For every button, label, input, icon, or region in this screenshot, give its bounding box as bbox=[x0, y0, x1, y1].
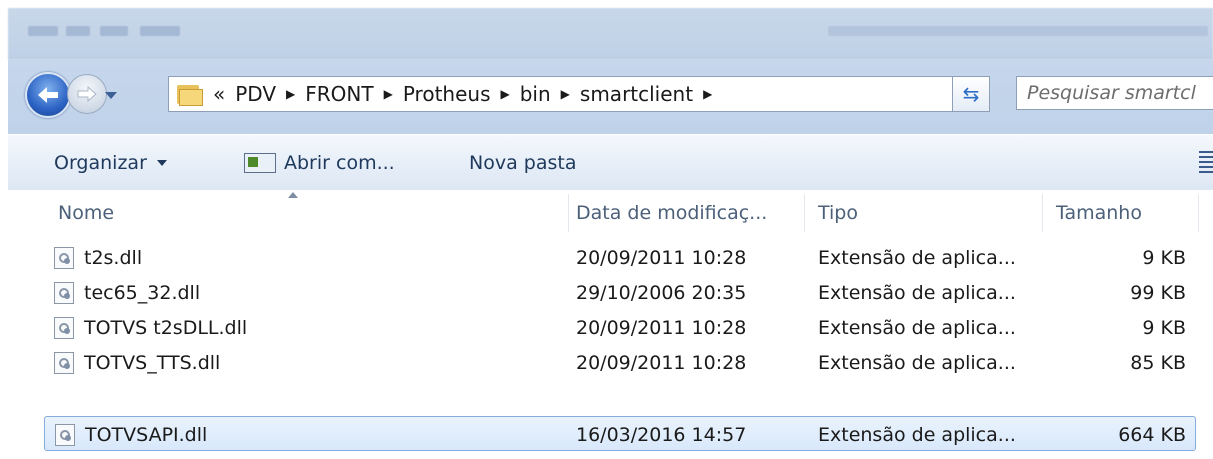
column-header-type[interactable]: Tipo bbox=[806, 190, 1042, 236]
file-name-cell: t2s.dll bbox=[54, 240, 554, 275]
column-header-row: Nome Data de modificaç... Tipo Tamanho bbox=[8, 190, 1213, 236]
column-type-label: Tipo bbox=[818, 202, 858, 224]
new-folder-label: Nova pasta bbox=[469, 152, 577, 174]
file-name: TOTVS_TTS.dll bbox=[84, 351, 221, 374]
new-folder-button[interactable]: Nova pasta bbox=[469, 135, 576, 191]
file-name: TOTVSAPI.dll bbox=[85, 423, 208, 446]
file-size-cell: 99 KB bbox=[1130, 281, 1186, 304]
arrow-left-icon bbox=[38, 87, 58, 103]
chevron-right-icon[interactable]: ▶ bbox=[703, 87, 712, 101]
file-size-cell: 664 KB bbox=[1118, 423, 1186, 446]
column-size-label: Tamanho bbox=[1056, 202, 1142, 224]
dll-file-icon bbox=[54, 281, 74, 304]
file-list: Nome Data de modificaç... Tipo Tamanho t… bbox=[8, 190, 1213, 459]
chevron-right-icon[interactable]: ▶ bbox=[384, 87, 393, 101]
chevron-right-icon[interactable]: ▶ bbox=[501, 87, 510, 101]
refresh-button[interactable]: ⇆ bbox=[952, 76, 990, 112]
file-size-cell: 85 KB bbox=[1130, 351, 1186, 374]
quick-access-icon bbox=[140, 26, 180, 36]
breadcrumb-overflow[interactable]: « bbox=[213, 82, 225, 106]
file-name-cell: TOTVSAPI.dll bbox=[55, 417, 535, 452]
address-bar-row: « PDV ▶ FRONT ▶ Protheus ▶ bin ▶ smartcl… bbox=[8, 60, 1213, 134]
search-placeholder: Pesquisar smartcl bbox=[1027, 82, 1196, 104]
file-name: TOTVS t2sDLL.dll bbox=[84, 316, 248, 339]
file-name-cell: tec65_32.dll bbox=[54, 275, 554, 310]
column-name-label: Nome bbox=[58, 202, 115, 224]
breadcrumb-protheus[interactable]: Protheus bbox=[403, 82, 491, 106]
file-size-cell: 9 KB bbox=[1142, 316, 1186, 339]
column-divider[interactable] bbox=[1042, 194, 1043, 232]
file-name-cell: TOTVS t2sDLL.dll bbox=[54, 310, 554, 345]
breadcrumb-front[interactable]: FRONT bbox=[305, 82, 373, 106]
dll-file-icon bbox=[54, 351, 74, 374]
file-date-cell: 16/03/2016 14:57 bbox=[576, 423, 747, 446]
window-title bbox=[828, 26, 1208, 36]
file-row[interactable]: TOTVS t2sDLL.dll 20/09/2011 10:28 Extens… bbox=[8, 310, 1208, 345]
chevron-down-icon bbox=[156, 160, 167, 166]
file-date-cell: 29/10/2006 20:35 bbox=[576, 281, 747, 304]
folder-icon bbox=[177, 83, 203, 106]
forward-button[interactable] bbox=[67, 74, 107, 114]
file-date-cell: 20/09/2011 10:28 bbox=[576, 316, 747, 339]
quick-access-icon bbox=[100, 26, 128, 36]
command-bar: Organizar Abrir com... Nova pasta bbox=[8, 134, 1213, 192]
view-options-icon[interactable] bbox=[1199, 151, 1213, 173]
explorer-window: « PDV ▶ FRONT ▶ Protheus ▶ bin ▶ smartcl… bbox=[0, 0, 1213, 459]
file-size-cell: 9 KB bbox=[1142, 246, 1186, 269]
file-date-cell: 20/09/2011 10:28 bbox=[576, 246, 747, 269]
column-header-name[interactable]: Nome bbox=[46, 190, 568, 236]
refresh-icon: ⇆ bbox=[962, 82, 980, 106]
organize-button[interactable]: Organizar bbox=[54, 135, 167, 191]
dll-file-icon bbox=[54, 316, 74, 339]
file-type-cell: Extensão de aplica... bbox=[818, 246, 1016, 269]
chevron-right-icon[interactable]: ▶ bbox=[286, 87, 295, 101]
file-name: tec65_32.dll bbox=[84, 281, 201, 304]
column-header-date[interactable]: Data de modificaç... bbox=[564, 190, 804, 236]
breadcrumb-bin[interactable]: bin bbox=[520, 82, 551, 106]
file-row[interactable]: TOTVS_TTS.dll 20/09/2011 10:28 Extensão … bbox=[8, 345, 1208, 380]
breadcrumb: « PDV ▶ FRONT ▶ Protheus ▶ bin ▶ smartcl… bbox=[213, 82, 712, 106]
breadcrumb-smartclient[interactable]: smartclient bbox=[580, 82, 693, 106]
column-divider[interactable] bbox=[1198, 194, 1199, 232]
column-header-size[interactable]: Tamanho bbox=[1044, 190, 1198, 236]
file-type-cell: Extensão de aplica... bbox=[818, 351, 1016, 374]
file-row-selected[interactable]: TOTVSAPI.dll 16/03/2016 14:57 Extensão d… bbox=[44, 416, 1196, 451]
back-button[interactable] bbox=[25, 72, 71, 118]
arrow-right-icon bbox=[77, 85, 97, 103]
title-bar bbox=[8, 8, 1213, 60]
search-input[interactable]: Pesquisar smartcl bbox=[1016, 76, 1213, 110]
file-name-cell: TOTVS_TTS.dll bbox=[54, 345, 554, 380]
breadcrumb-pdv[interactable]: PDV bbox=[235, 82, 276, 106]
file-date-cell: 20/09/2011 10:28 bbox=[576, 351, 747, 374]
file-type-cell: Extensão de aplica... bbox=[818, 423, 1016, 446]
organize-label: Organizar bbox=[54, 152, 147, 174]
column-date-label: Data de modificaç... bbox=[576, 202, 768, 224]
dll-file-icon bbox=[54, 246, 74, 269]
dll-file-icon bbox=[55, 423, 75, 446]
top-edge bbox=[0, 0, 1213, 8]
quick-access-icon bbox=[28, 26, 58, 36]
file-type-cell: Extensão de aplica... bbox=[818, 316, 1016, 339]
column-divider[interactable] bbox=[804, 194, 805, 232]
open-with-label: Abrir com... bbox=[284, 152, 395, 174]
address-path[interactable]: « PDV ▶ FRONT ▶ Protheus ▶ bin ▶ smartcl… bbox=[168, 76, 1097, 112]
file-row[interactable]: t2s.dll 20/09/2011 10:28 Extensão de apl… bbox=[8, 240, 1208, 275]
file-name: t2s.dll bbox=[84, 246, 143, 269]
recent-pages-chevron-icon[interactable] bbox=[105, 92, 117, 99]
chevron-right-icon[interactable]: ▶ bbox=[561, 87, 570, 101]
quick-access-icon bbox=[66, 26, 90, 36]
left-edge bbox=[0, 0, 8, 459]
file-row[interactable]: tec65_32.dll 29/10/2006 20:35 Extensão d… bbox=[8, 275, 1208, 310]
open-with-button[interactable]: Abrir com... bbox=[244, 135, 395, 191]
open-with-icon bbox=[244, 153, 276, 173]
file-type-cell: Extensão de aplica... bbox=[818, 281, 1016, 304]
